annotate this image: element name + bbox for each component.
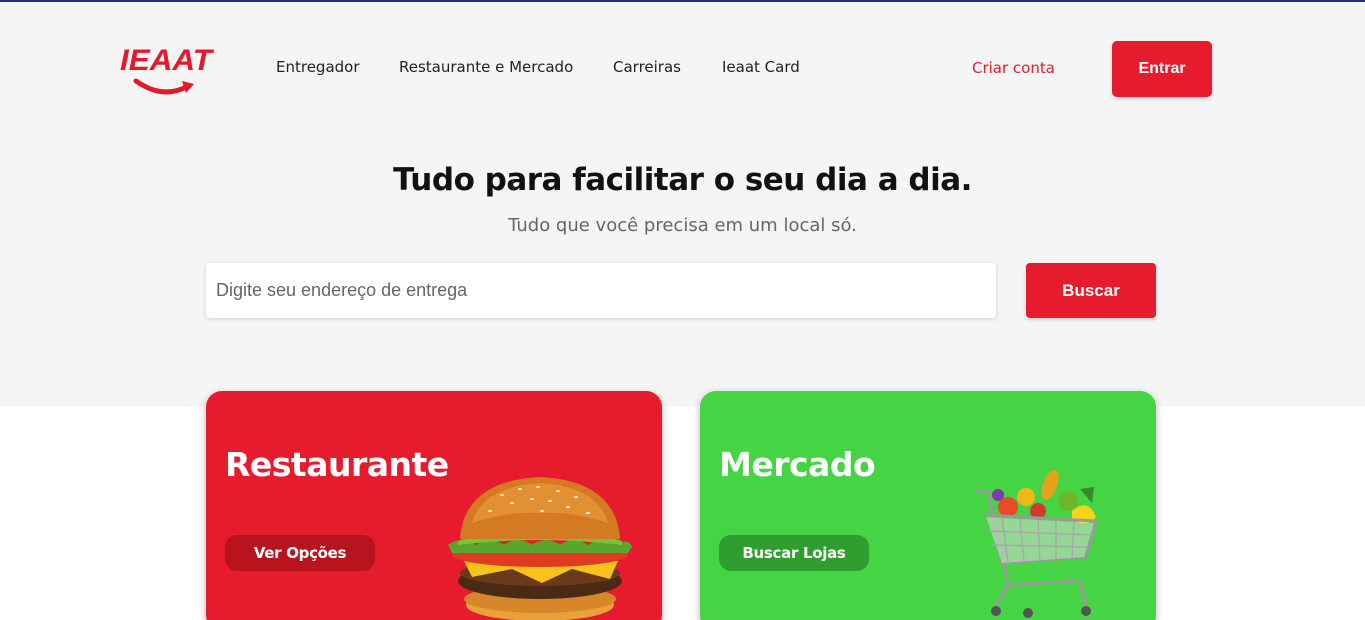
market-card[interactable]: Mercado Buscar Lojas — [700, 391, 1156, 620]
search-button[interactable]: Buscar — [1026, 263, 1156, 318]
signup-link[interactable]: Criar conta — [972, 59, 1055, 77]
logo-text: IEAAT — [120, 44, 214, 77]
find-stores-button[interactable]: Buscar Lojas — [719, 535, 869, 571]
ieaat-logo[interactable]: IEAAT — [118, 40, 214, 100]
hero-subtitle: Tudo que você precisa em um local só. — [508, 215, 857, 236]
login-button[interactable]: Entrar — [1112, 41, 1212, 97]
nav-link-restaurante-mercado[interactable]: Restaurante e Mercado — [399, 58, 573, 76]
nav-link-entregador[interactable]: Entregador — [276, 58, 360, 76]
nav-link-carreiras[interactable]: Carreiras — [613, 58, 681, 76]
shopping-cart-image — [976, 469, 1098, 618]
burger-image — [448, 477, 632, 620]
hero-title: Tudo para facilitar o seu dia a dia. — [393, 162, 972, 198]
address-search-input[interactable] — [206, 263, 996, 318]
view-options-button[interactable]: Ver Opções — [225, 535, 375, 571]
market-card-title: Mercado — [719, 445, 876, 484]
restaurant-card[interactable]: Restaurante Ver Opções — [206, 391, 662, 620]
nav-link-ieaat-card[interactable]: Ieaat Card — [722, 58, 800, 76]
restaurant-card-title: Restaurante — [225, 445, 449, 484]
